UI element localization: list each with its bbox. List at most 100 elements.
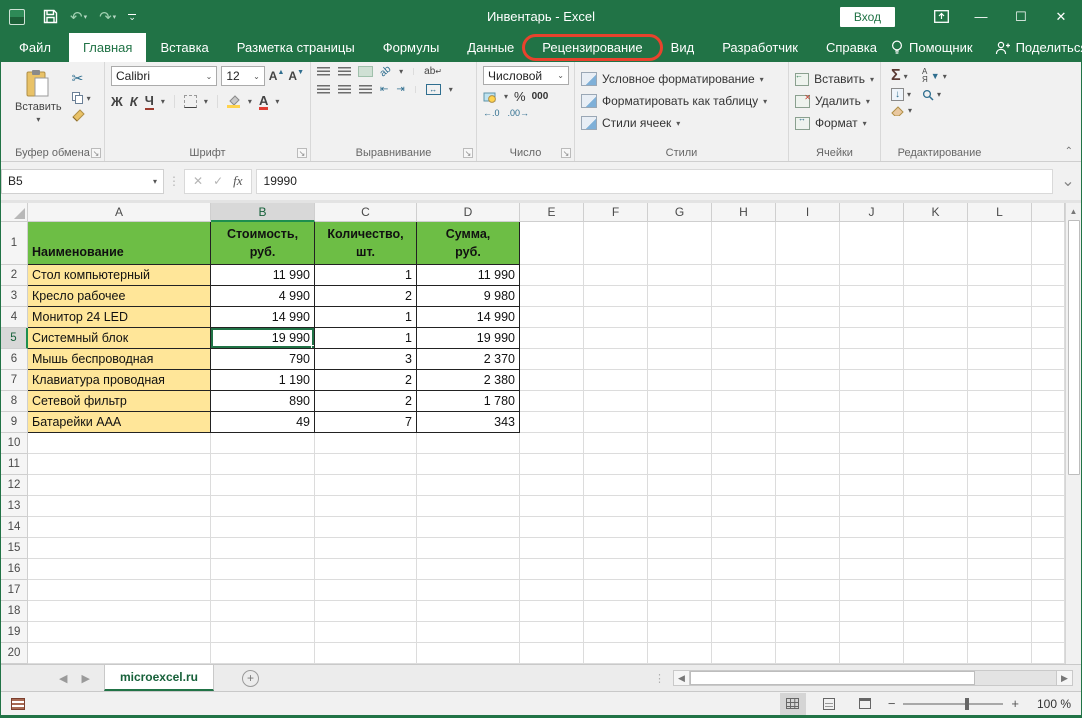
- comma-style-button[interactable]: 000: [532, 91, 549, 102]
- merge-center-dropdown[interactable]: ▾: [449, 85, 453, 94]
- fill-handle[interactable]: [311, 345, 314, 348]
- cell-D4[interactable]: 14 990: [417, 307, 520, 328]
- cell-G5[interactable]: [648, 328, 712, 349]
- cell-G18[interactable]: [648, 601, 712, 622]
- tab-справка[interactable]: Справка: [812, 33, 891, 62]
- cell-C10[interactable]: [315, 433, 417, 454]
- cell-A5[interactable]: Системный блок: [28, 328, 211, 349]
- increase-decimal-button[interactable]: ←.0: [483, 108, 500, 118]
- cell-I12[interactable]: [776, 475, 840, 496]
- assistant-menu[interactable]: Помощник: [891, 40, 973, 55]
- borders-dropdown[interactable]: ▾: [204, 97, 208, 106]
- cell-partial-17[interactable]: [1032, 580, 1065, 601]
- cell-F8[interactable]: [584, 391, 648, 412]
- bold-button[interactable]: Ж: [111, 94, 123, 109]
- cell-H14[interactable]: [712, 517, 776, 538]
- cut-button[interactable]: ✂: [72, 70, 91, 87]
- conditional-formatting-button[interactable]: Условное форматирование ▾: [581, 68, 782, 90]
- cell-J7[interactable]: [840, 370, 904, 391]
- decrease-indent-button[interactable]: ⇤: [380, 84, 388, 95]
- cell-J14[interactable]: [840, 517, 904, 538]
- cell-H16[interactable]: [712, 559, 776, 580]
- find-select-button[interactable]: ▾: [922, 88, 947, 101]
- cell-K4[interactable]: [904, 307, 968, 328]
- cell-J16[interactable]: [840, 559, 904, 580]
- cell-H10[interactable]: [712, 433, 776, 454]
- cell-I8[interactable]: [776, 391, 840, 412]
- cell-D18[interactable]: [417, 601, 520, 622]
- cell-C4[interactable]: 1: [315, 307, 417, 328]
- row-header-19[interactable]: 19: [1, 622, 28, 643]
- vertical-scrollbar[interactable]: ▲: [1065, 203, 1081, 664]
- cell-D6[interactable]: 2 370: [417, 349, 520, 370]
- cell-G20[interactable]: [648, 643, 712, 664]
- cell-K10[interactable]: [904, 433, 968, 454]
- column-header-E[interactable]: E: [520, 203, 584, 222]
- cell-H11[interactable]: [712, 454, 776, 475]
- cell-partial-8[interactable]: [1032, 391, 1065, 412]
- zoom-out-button[interactable]: −: [888, 696, 896, 711]
- redo-button[interactable]: ↷ ▾: [95, 6, 120, 28]
- cell-C13[interactable]: [315, 496, 417, 517]
- cell-I18[interactable]: [776, 601, 840, 622]
- decrease-decimal-button[interactable]: .00→: [508, 108, 530, 118]
- sort-filter-button[interactable]: А Я ▼ ▾: [922, 68, 947, 84]
- cell-H9[interactable]: [712, 412, 776, 433]
- cell-C14[interactable]: [315, 517, 417, 538]
- cell-D20[interactable]: [417, 643, 520, 664]
- cell-B3[interactable]: 4 990: [211, 286, 315, 307]
- cell-K8[interactable]: [904, 391, 968, 412]
- cell-K15[interactable]: [904, 538, 968, 559]
- row-header-8[interactable]: 8: [1, 391, 28, 412]
- macro-record-button[interactable]: [11, 697, 25, 710]
- cell-J11[interactable]: [840, 454, 904, 475]
- page-break-view-button[interactable]: [852, 693, 878, 715]
- new-sheet-button[interactable]: +: [241, 669, 259, 687]
- cell-K14[interactable]: [904, 517, 968, 538]
- cell-I7[interactable]: [776, 370, 840, 391]
- column-header-B[interactable]: B: [211, 203, 315, 222]
- select-all-corner[interactable]: [1, 203, 28, 222]
- share-button[interactable]: Поделиться: [995, 40, 1082, 55]
- cell-K7[interactable]: [904, 370, 968, 391]
- cell-L8[interactable]: [968, 391, 1032, 412]
- cell-H4[interactable]: [712, 307, 776, 328]
- row-header-12[interactable]: 12: [1, 475, 28, 496]
- cell-B5[interactable]: 19 990: [211, 328, 315, 349]
- cell-B15[interactable]: [211, 538, 315, 559]
- cell-partial-1[interactable]: [1032, 222, 1065, 265]
- number-format-combo[interactable]: Числовой ⌄: [483, 66, 569, 85]
- cell-A10[interactable]: [28, 433, 211, 454]
- cancel-entry-button[interactable]: ✕: [193, 174, 203, 188]
- next-sheet-arrow[interactable]: ▶: [81, 672, 89, 685]
- cell-H5[interactable]: [712, 328, 776, 349]
- cell-E18[interactable]: [520, 601, 584, 622]
- autosum-button[interactable]: Σ ▾: [891, 68, 912, 84]
- cell-partial-12[interactable]: [1032, 475, 1065, 496]
- cell-B6[interactable]: 790: [211, 349, 315, 370]
- ribbon-display-options-button[interactable]: [921, 0, 961, 33]
- cell-L15[interactable]: [968, 538, 1032, 559]
- cell-I3[interactable]: [776, 286, 840, 307]
- cell-A18[interactable]: [28, 601, 211, 622]
- increase-font-button[interactable]: A▲: [269, 69, 285, 83]
- minimize-button[interactable]: —: [961, 0, 1001, 33]
- cell-F15[interactable]: [584, 538, 648, 559]
- cell-C9[interactable]: 7: [315, 412, 417, 433]
- cell-B13[interactable]: [211, 496, 315, 517]
- cell-I4[interactable]: [776, 307, 840, 328]
- column-header-I[interactable]: I: [776, 203, 840, 222]
- cell-F20[interactable]: [584, 643, 648, 664]
- format-as-table-button[interactable]: Форматировать как таблицу ▾: [581, 90, 782, 112]
- cell-K5[interactable]: [904, 328, 968, 349]
- clipboard-dialog-launcher[interactable]: ↘: [91, 148, 101, 158]
- cell-K11[interactable]: [904, 454, 968, 475]
- cell-partial-11[interactable]: [1032, 454, 1065, 475]
- cell-L19[interactable]: [968, 622, 1032, 643]
- cell-K19[interactable]: [904, 622, 968, 643]
- font-dialog-launcher[interactable]: ↘: [297, 148, 307, 158]
- cell-A3[interactable]: Кресло рабочее: [28, 286, 211, 307]
- cell-C19[interactable]: [315, 622, 417, 643]
- cell-B20[interactable]: [211, 643, 315, 664]
- row-header-10[interactable]: 10: [1, 433, 28, 454]
